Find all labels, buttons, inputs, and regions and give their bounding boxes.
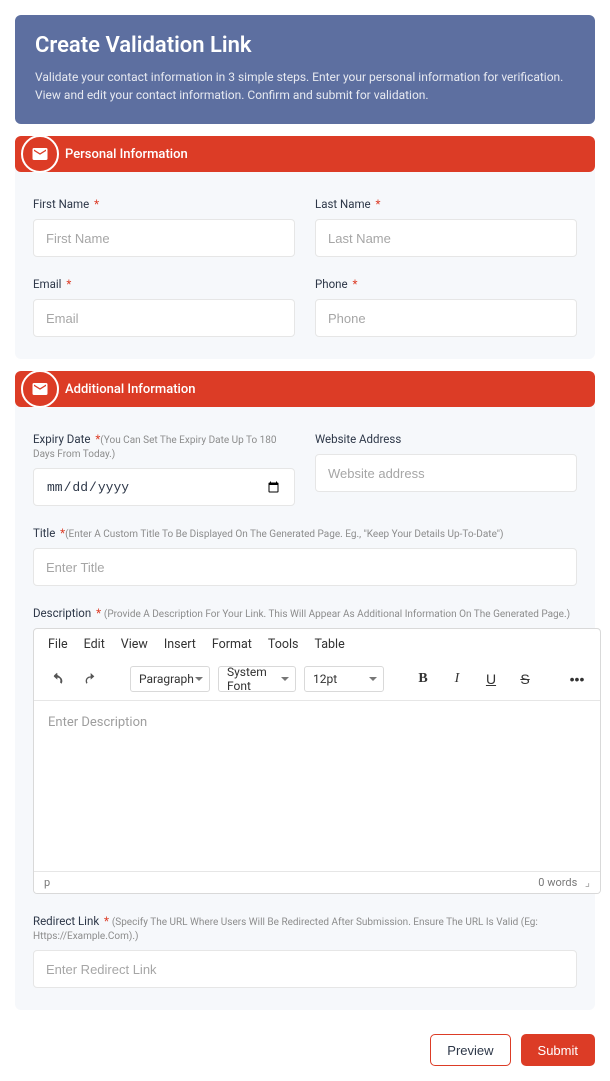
section-header-personal: Personal Information <box>15 136 595 172</box>
editor-wordcount: 0 words <box>538 876 577 889</box>
title-input[interactable] <box>33 548 577 586</box>
submit-button[interactable]: Submit <box>521 1034 595 1066</box>
menu-view[interactable]: View <box>121 637 148 652</box>
font-family-select[interactable]: System Font <box>218 666 296 692</box>
menu-file[interactable]: File <box>48 637 68 652</box>
underline-button[interactable]: U <box>478 666 504 692</box>
page-title: Create Validation Link <box>35 33 575 58</box>
editor-statusbar: p 0 words ⌟ <box>34 871 600 893</box>
redirect-input[interactable] <box>33 950 577 988</box>
menu-edit[interactable]: Edit <box>84 637 105 652</box>
editor-toolbar: Paragraph System Font 12pt B I U S ••• <box>34 660 600 701</box>
personal-form: First Name * Last Name * Email * Phone * <box>15 169 595 359</box>
website-input[interactable] <box>315 454 577 492</box>
website-label: Website Address <box>315 432 577 446</box>
menu-format[interactable]: Format <box>212 637 252 652</box>
section-title-personal: Personal Information <box>65 147 188 162</box>
editor-menubar: File Edit View Insert Format Tools Table <box>34 629 600 660</box>
phone-input[interactable] <box>315 299 577 337</box>
phone-label: Phone * <box>315 277 577 291</box>
preview-button[interactable]: Preview <box>430 1034 510 1066</box>
description-label: Description * (Provide A Description For… <box>33 606 601 620</box>
rich-text-editor: File Edit View Insert Format Tools Table… <box>33 628 601 894</box>
page-subtitle: Validate your contact information in 3 s… <box>35 68 575 104</box>
page-header: Create Validation Link Validate your con… <box>15 15 595 124</box>
expiry-input[interactable] <box>33 468 295 506</box>
block-format-select[interactable]: Paragraph <box>130 666 210 692</box>
section-header-additional: Additional Information <box>15 371 595 407</box>
italic-button[interactable]: I <box>444 666 470 692</box>
section-title-additional: Additional Information <box>65 382 195 397</box>
mail-icon <box>21 135 59 173</box>
email-label: Email * <box>33 277 295 291</box>
first-name-input[interactable] <box>33 219 295 257</box>
redo-button[interactable] <box>78 666 104 692</box>
more-button[interactable]: ••• <box>564 666 590 692</box>
form-actions: Preview Submit <box>15 1034 595 1066</box>
editor-content[interactable]: Enter Description <box>34 701 600 871</box>
first-name-label: First Name * <box>33 197 295 211</box>
bold-button[interactable]: B <box>410 666 436 692</box>
mail-icon <box>21 370 59 408</box>
additional-form: Expiry Date *(You Can Set The Expiry Dat… <box>15 404 595 1010</box>
expiry-label: Expiry Date *(You Can Set The Expiry Dat… <box>33 432 295 460</box>
editor-path: p <box>44 876 50 889</box>
font-size-select[interactable]: 12pt <box>304 666 384 692</box>
menu-tools[interactable]: Tools <box>268 637 299 652</box>
last-name-label: Last Name * <box>315 197 577 211</box>
redirect-label: Redirect Link * (Specify The URL Where U… <box>33 914 577 942</box>
menu-insert[interactable]: Insert <box>164 637 196 652</box>
strikethrough-button[interactable]: S <box>512 666 538 692</box>
title-label: Title *(Enter A Custom Title To Be Displ… <box>33 526 577 540</box>
last-name-input[interactable] <box>315 219 577 257</box>
menu-table[interactable]: Table <box>314 637 344 652</box>
resize-handle-icon[interactable]: ⌟ <box>580 876 590 886</box>
email-input[interactable] <box>33 299 295 337</box>
undo-button[interactable] <box>44 666 70 692</box>
